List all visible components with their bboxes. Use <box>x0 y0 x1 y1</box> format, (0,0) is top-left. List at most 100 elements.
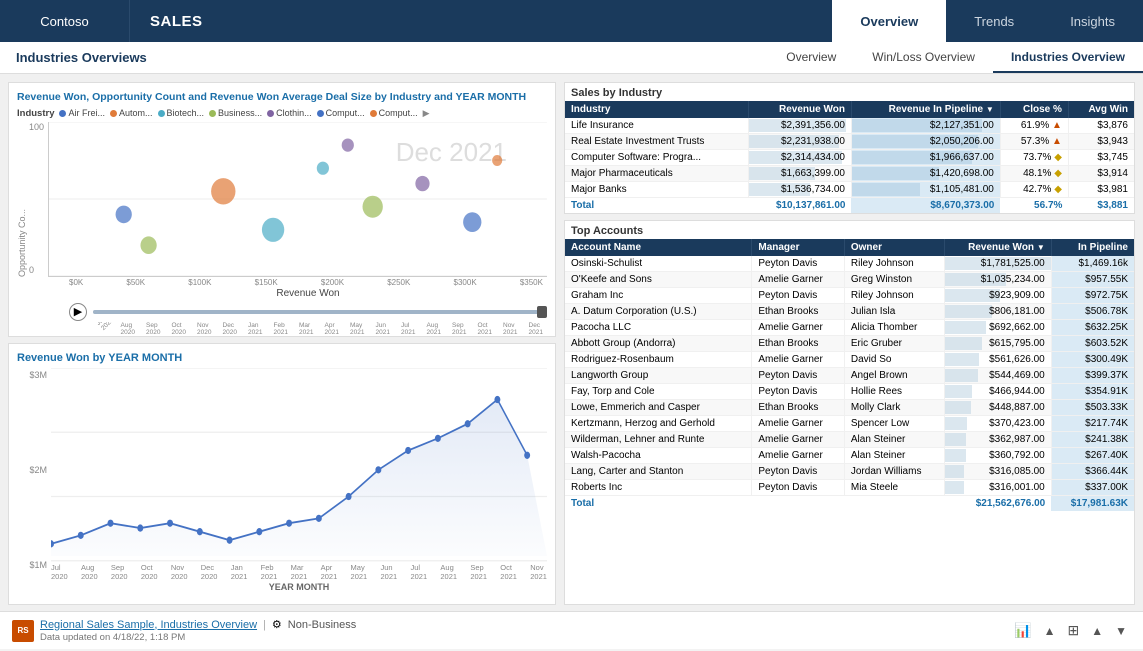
accounts-table-wrapper[interactable]: Account Name Manager Owner Revenue Won ▼ <box>565 239 1134 604</box>
scatter-plot-wrapper: Opportunity Co... 100 0 Dec 2021 <box>17 122 547 277</box>
footer: RS Regional Sales Sample, Industries Ove… <box>0 611 1143 649</box>
industry-table-row[interactable]: Real Estate Investment Trusts $2,231,938… <box>565 134 1134 150</box>
chevron-up-button[interactable]: ▲ <box>1040 622 1060 640</box>
timeline-track[interactable] <box>93 310 547 314</box>
account-table-row[interactable]: Osinski-Schulist Peyton Davis Riley John… <box>565 256 1134 272</box>
line-x-title: YEAR MONTH <box>51 582 547 592</box>
legend-item-2: Autom... <box>110 108 153 118</box>
right-panel: Sales by Industry Industry Revenue Won R… <box>560 74 1143 611</box>
nav-item-insights[interactable]: Insights <box>1042 0 1143 42</box>
scatter-x-label: Revenue Won <box>69 288 547 299</box>
account-table-row[interactable]: Rodriguez-Rosenbaum Amelie Garner David … <box>565 352 1134 368</box>
account-table-row[interactable]: Fay, Torp and Cole Peyton Davis Hollie R… <box>565 384 1134 400</box>
account-table-row[interactable]: Langworth Group Peyton Davis Angel Brown… <box>565 368 1134 384</box>
col-pipeline[interactable]: Revenue In Pipeline ▼ <box>851 101 1000 118</box>
top-accounts-title: Top Accounts <box>565 221 1134 239</box>
footer-info: Regional Sales Sample, Industries Overvi… <box>40 618 356 643</box>
scatter-x-axis: $0K $50K $100K $150K $200K $250K $300K $… <box>69 278 543 287</box>
account-table-row[interactable]: Kertzmann, Herzog and Gerhold Amelie Gar… <box>565 416 1134 432</box>
footer-link[interactable]: Regional Sales Sample, Industries Overvi… <box>40 619 257 631</box>
industry-table-row[interactable]: Computer Software: Progra... $2,314,434.… <box>565 150 1134 166</box>
industry-table-row[interactable]: Life Insurance $2,391,356.00 $2,127,351.… <box>565 118 1134 134</box>
sales-by-industry-title: Sales by Industry <box>565 83 1134 101</box>
account-table-row[interactable]: Graham Inc Peyton Davis Riley Johnson $9… <box>565 288 1134 304</box>
footer-update: Data updated on 4/18/22, 1:18 PM <box>40 632 356 643</box>
y-axis-label: Opportunity Co... <box>17 122 27 277</box>
footer-right: 📊 ▲ ⊞ ▲ ▼ <box>1010 620 1131 641</box>
legend-item-4: Business... <box>209 108 262 118</box>
scatter-chart-title: Revenue Won, Opportunity Count and Reven… <box>17 91 547 105</box>
line-chart-area: Jul2020 Aug2020 Sep2020 Oct2020 Nov2020 … <box>51 368 547 592</box>
subnav-winloss[interactable]: Win/Loss Overview <box>854 42 993 73</box>
col-in-pipeline[interactable]: In Pipeline <box>1051 239 1134 256</box>
chart-icon-button[interactable]: 📊 <box>1010 620 1035 641</box>
line-y-axis: $3M $2M $1M <box>17 368 47 592</box>
account-table-row[interactable]: O'Keefe and Sons Amelie Garner Greg Wins… <box>565 272 1134 288</box>
line-chart-title: Revenue Won by YEAR MONTH <box>17 352 547 364</box>
top-accounts-box: Top Accounts Account Name Manager Own <box>564 220 1135 605</box>
col-avg-win[interactable]: Avg Win <box>1068 101 1134 118</box>
industry-table-row[interactable]: Major Pharmaceuticals $1,663,399.00 $1,4… <box>565 166 1134 182</box>
col-owner[interactable]: Owner <box>844 239 944 256</box>
subheader: Industries Overviews Overview Win/Loss O… <box>0 42 1143 74</box>
legend-item-7: Comput... <box>370 108 418 118</box>
grid-icon-button[interactable]: ⊞ <box>1063 620 1083 641</box>
line-x-labels: Jul2020 Aug2020 Sep2020 Oct2020 Nov2020 … <box>51 563 547 581</box>
chevron-down-button[interactable]: ▼ <box>1111 622 1131 640</box>
accounts-total-row: Total $21,562,676.00 $17,981.63K <box>565 496 1134 512</box>
col-manager[interactable]: Manager <box>752 239 845 256</box>
sales-title: SALES <box>150 13 203 30</box>
account-table-row[interactable]: Lowe, Emmerich and Casper Ethan Brooks M… <box>565 400 1134 416</box>
industry-total-row: Total $10,137,861.00 $8,670,373.00 56.7%… <box>565 198 1134 214</box>
account-table-row[interactable]: Pacocha LLC Amelie Garner Alicia Thomber… <box>565 320 1134 336</box>
subnav-overview[interactable]: Overview <box>768 42 854 73</box>
footer-tag: Non-Business <box>288 619 356 631</box>
scatter-canvas: Dec 2021 <box>48 122 547 277</box>
legend-label: Industry <box>17 108 54 119</box>
sales-by-industry-box: Sales by Industry Industry Revenue Won R… <box>564 82 1135 214</box>
scatter-chart-box: Revenue Won, Opportunity Count and Reven… <box>8 82 556 337</box>
account-table-row[interactable]: Roberts Inc Peyton Davis Mia Steele $316… <box>565 480 1134 496</box>
col-close-pct[interactable]: Close % <box>1000 101 1068 118</box>
account-table-row[interactable]: Wilderman, Lehner and Runte Amelie Garne… <box>565 432 1134 448</box>
footer-icon: RS <box>12 620 34 642</box>
accounts-table: Account Name Manager Owner Revenue Won ▼ <box>565 239 1134 511</box>
account-table-row[interactable]: A. Datum Corporation (U.S.) Ethan Brooks… <box>565 304 1134 320</box>
header-nav: Overview Trends Insights <box>832 0 1143 42</box>
legend-item-3: Biotech... <box>158 108 205 118</box>
legend-more: ▶ <box>423 108 430 119</box>
chevron-up-button-2[interactable]: ▲ <box>1087 622 1107 640</box>
industry-table-row[interactable]: Major Banks $1,536,734.00 $1,105,481.00 … <box>565 182 1134 198</box>
line-chart-content: $3M $2M $1M <box>17 368 547 592</box>
nav-item-overview[interactable]: Overview <box>832 0 946 42</box>
footer-link-row: Regional Sales Sample, Industries Overvi… <box>40 618 356 631</box>
play-button[interactable]: ▶ <box>69 303 87 321</box>
y-axis-values: 100 0 <box>29 122 44 277</box>
timeline-area: ▶ <box>69 303 547 321</box>
col-account-name[interactable]: Account Name <box>565 239 752 256</box>
header-title-block: SALES <box>130 0 223 42</box>
line-chart-svg <box>51 368 547 562</box>
logo: Contoso <box>0 0 130 42</box>
account-table-row[interactable]: Abbott Group (Andorra) Ethan Brooks Eric… <box>565 336 1134 352</box>
header: Contoso SALES Overview Trends Insights I… <box>0 0 1143 74</box>
account-table-row[interactable]: Walsh-Pacocha Amelie Garner Alan Steiner… <box>565 448 1134 464</box>
legend-item-6: Comput... <box>317 108 365 118</box>
legend-item-5: Clothin... <box>267 108 312 118</box>
left-panel: Revenue Won, Opportunity Count and Reven… <box>0 74 560 611</box>
col-acct-rev-won[interactable]: Revenue Won ▼ <box>944 239 1051 256</box>
scatter-dots-svg <box>49 122 547 276</box>
industry-table: Industry Revenue Won Revenue In Pipeline… <box>565 101 1134 213</box>
footer-separator: | <box>263 619 266 631</box>
nav-item-trends[interactable]: Trends <box>946 0 1042 42</box>
scatter-legend: Industry Air Frei... Autom... Biotech...… <box>17 108 547 119</box>
timeline-ticks: Jul2020 Aug2020 Sep2020 Oct2020 Nov2020 … <box>95 322 543 336</box>
line-chart-box: Revenue Won by YEAR MONTH $3M $2M $1M <box>8 343 556 605</box>
account-table-row[interactable]: Lang, Carter and Stanton Peyton Davis Jo… <box>565 464 1134 480</box>
main-content: Revenue Won, Opportunity Count and Reven… <box>0 74 1143 611</box>
col-industry[interactable]: Industry <box>565 101 749 118</box>
subheader-title: Industries Overviews <box>0 42 768 73</box>
col-rev-won[interactable]: Revenue Won <box>749 101 852 118</box>
header-bar: Contoso SALES Overview Trends Insights <box>0 0 1143 42</box>
subnav-industries[interactable]: Industries Overview <box>993 42 1143 73</box>
